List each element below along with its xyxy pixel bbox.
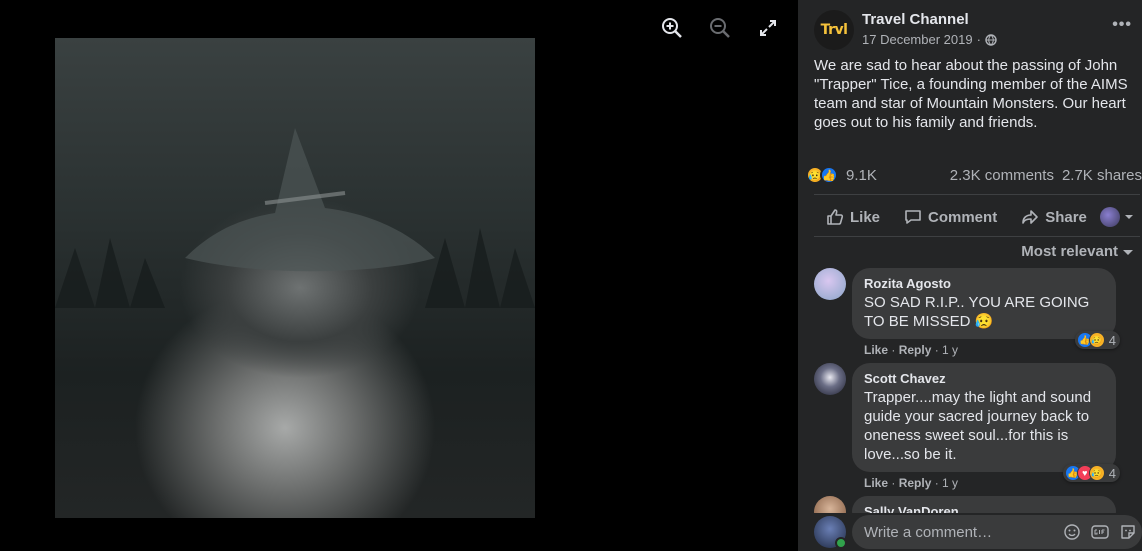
gif-icon[interactable]	[1090, 522, 1110, 542]
post-date[interactable]: 17 December 2019	[862, 32, 973, 47]
comment-bubble: Scott Chavez Trapper....may the light an…	[852, 363, 1120, 482]
comment-like-link[interactable]: Like	[864, 476, 888, 490]
post-date-row: 17 December 2019 ·	[862, 32, 997, 47]
comment-icon	[905, 210, 921, 224]
current-user-avatar[interactable]	[814, 516, 847, 549]
share-icon	[1022, 210, 1038, 224]
action-bar: Like Comment Share	[814, 200, 1140, 234]
sad-reaction-icon: 😥	[1088, 332, 1105, 348]
divider	[814, 236, 1140, 237]
sort-label: Most relevant	[1021, 243, 1118, 260]
post-sidebar: Trvl Travel Channel 17 December 2019 · •…	[798, 0, 1142, 551]
comment-reactions[interactable]: 👍 😥 4	[1074, 331, 1120, 349]
like-button[interactable]: Like	[814, 208, 892, 226]
composer-icons	[1062, 522, 1138, 542]
emoji-icon[interactable]	[1062, 522, 1082, 542]
comment-sort-dropdown[interactable]: Most relevant	[1021, 243, 1134, 260]
trees-silhouette	[55, 228, 535, 308]
comment-input-box	[852, 515, 1142, 549]
comment-button[interactable]: Comment	[892, 208, 1009, 226]
page-meta: Travel Channel 17 December 2019 ·	[862, 11, 997, 47]
share-button[interactable]: Share	[1009, 208, 1099, 226]
comment-reply-link[interactable]: Reply	[899, 476, 932, 490]
comment-text: Trapper....may the light and sound guide…	[864, 389, 1092, 463]
comment-bubble: Rozita Agosto SO SAD R.I.P.. YOU ARE GOI…	[852, 268, 1120, 349]
engagement-counts: 2.3K comments 2.7K shares	[950, 167, 1142, 184]
page-name[interactable]: Travel Channel	[862, 11, 997, 28]
comment-body: Rozita Agosto SO SAD R.I.P.. YOU ARE GOI…	[852, 268, 1120, 357]
comment-time[interactable]: 1 y	[942, 476, 958, 490]
comment-author[interactable]: Scott Chavez	[864, 371, 1104, 386]
commenter-avatar[interactable]	[814, 268, 846, 300]
comment-reply-link[interactable]: Reply	[899, 343, 932, 357]
photo-viewer	[0, 0, 798, 551]
post-header: Trvl Travel Channel 17 December 2019 ·	[814, 10, 997, 50]
comment-like-link[interactable]: Like	[864, 343, 888, 357]
like-reaction-icon: 👍	[820, 166, 838, 184]
zoom-out-icon[interactable]	[708, 16, 732, 40]
thumbs-up-icon	[827, 209, 844, 225]
comment-reaction-count: 4	[1108, 465, 1116, 481]
comment-count[interactable]: 2.3K comments	[950, 167, 1054, 184]
react-as-selector[interactable]	[1100, 207, 1134, 227]
share-count[interactable]: 2.7K shares	[1062, 167, 1142, 184]
commenter-avatar[interactable]	[814, 363, 846, 395]
comment-text: SO SAD R.I.P.. YOU ARE GOING TO BE MISSE…	[864, 294, 1090, 330]
zoom-in-icon[interactable]	[660, 16, 684, 40]
comment-item: Scott Chavez Trapper....may the light an…	[814, 363, 1142, 490]
sticker-icon[interactable]	[1118, 522, 1138, 542]
comment-reaction-count: 4	[1108, 332, 1116, 348]
reaction-icons[interactable]: 😥 👍	[806, 166, 838, 184]
comment-time[interactable]: 1 y	[942, 343, 958, 357]
avatar-logo-text: Trvl	[820, 22, 848, 38]
post-photo[interactable]	[55, 38, 535, 518]
share-label: Share	[1045, 208, 1087, 226]
post-text: We are sad to hear about the passing of …	[814, 57, 1128, 131]
page-avatar[interactable]: Trvl	[814, 10, 854, 50]
fullscreen-icon[interactable]	[756, 16, 780, 40]
comment-label: Comment	[928, 208, 998, 226]
viewer-toolbar	[660, 16, 780, 40]
current-user-mini-avatar	[1100, 207, 1120, 227]
divider	[814, 194, 1140, 195]
globe-icon	[985, 33, 997, 46]
comment-item: Rozita Agosto SO SAD R.I.P.. YOU ARE GOI…	[814, 268, 1142, 357]
more-options-icon[interactable]: •••	[1112, 16, 1132, 34]
caret-down-icon	[1123, 249, 1133, 255]
comment-composer	[798, 513, 1142, 551]
sad-reaction-icon: 😥	[1088, 465, 1105, 481]
comment-author[interactable]: Rozita Agosto	[864, 276, 1104, 291]
reaction-count[interactable]: 9.1K	[846, 167, 877, 184]
like-label: Like	[850, 208, 881, 226]
comment-body: Scott Chavez Trapper....may the light an…	[852, 363, 1120, 490]
comment-reactions[interactable]: 👍 ♥ 😥 4	[1062, 464, 1120, 482]
comment-input[interactable]	[864, 523, 1048, 541]
caret-down-icon	[1125, 215, 1133, 219]
reactions-bar: 😥 👍 9.1K 2.3K comments 2.7K shares	[806, 164, 1142, 186]
comment-list: Rozita Agosto SO SAD R.I.P.. YOU ARE GOI…	[814, 268, 1142, 528]
